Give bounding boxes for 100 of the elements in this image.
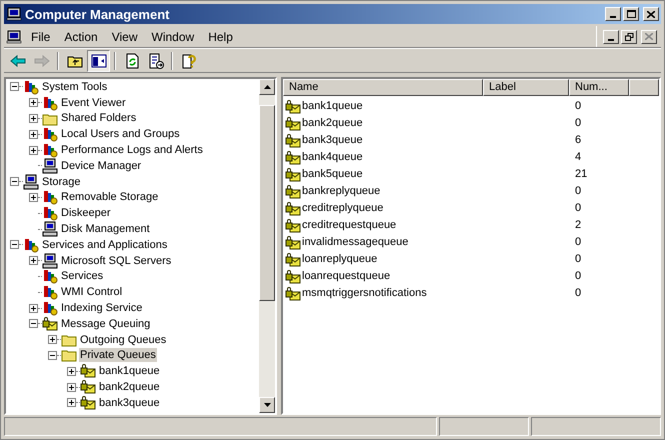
queue-icon (285, 116, 301, 132)
queue-icon (285, 252, 301, 268)
collapse-box[interactable] (10, 82, 19, 92)
menu-item[interactable]: File (24, 28, 58, 46)
table-cell-text: 4 (574, 150, 582, 166)
tree-item[interactable]: System Tools (41, 80, 108, 94)
up-arrow-icon (264, 85, 270, 89)
queue-name[interactable]: bank3queue (302, 132, 363, 149)
panel-icon[interactable] (87, 50, 110, 72)
table-cell-text: 0 (574, 184, 582, 200)
tools-icon (23, 236, 39, 253)
tree-item[interactable]: Local Users and Groups (60, 127, 181, 142)
tools-icon (42, 94, 58, 111)
close-button[interactable] (643, 7, 659, 21)
scrollbar[interactable] (259, 79, 275, 413)
menu-item[interactable]: Help (201, 28, 240, 46)
expand-box[interactable] (29, 98, 38, 108)
tools-icon (42, 126, 58, 142)
queue-name[interactable]: bankreplyqueue (302, 183, 380, 200)
scroll-thumb[interactable] (259, 105, 275, 301)
collapse-box[interactable] (10, 177, 19, 186)
restore-button[interactable] (621, 30, 637, 44)
table-cell-text: 0 (574, 116, 582, 132)
expand-box[interactable] (67, 366, 76, 376)
minimize-button[interactable] (603, 30, 619, 44)
expand-box[interactable] (48, 335, 57, 344)
collapse-box[interactable] (48, 350, 57, 360)
expand-box[interactable] (29, 256, 38, 266)
computer-icon (6, 7, 22, 21)
tree-item[interactable]: bank1queue (98, 364, 161, 378)
tree-item[interactable]: Message Queuing (60, 316, 152, 331)
tools-icon (42, 284, 58, 300)
queue-name[interactable]: creditreplyqueue (302, 200, 384, 217)
queue-name[interactable]: bank1queue (302, 98, 363, 115)
queue-name[interactable]: invalidmessagequeue (302, 234, 408, 251)
queue-icon (80, 363, 96, 380)
tree-item[interactable]: Outgoing Queues (79, 332, 168, 347)
scroll-down-button[interactable] (259, 397, 275, 413)
tree-item[interactable]: bank3queue (98, 396, 161, 410)
table-cell-text: 0 (574, 252, 582, 268)
queue-name[interactable]: bank2queue (302, 115, 363, 132)
tree-item[interactable]: Indexing Service (60, 301, 144, 316)
expand-box[interactable] (29, 114, 38, 123)
expand-box[interactable] (67, 382, 76, 392)
down-arrow-icon (264, 403, 270, 407)
minimize-button[interactable] (605, 7, 621, 21)
queue-name[interactable]: loanreplyqueue (302, 251, 378, 268)
computer-icon (6, 30, 22, 44)
queue-icon (285, 200, 301, 216)
tools-icon (42, 205, 58, 222)
menu-item[interactable]: Window (144, 28, 202, 46)
tree-item[interactable]: Microsoft SQL Servers (60, 254, 172, 268)
close-icon (645, 33, 653, 40)
table-cell-text: 0 (574, 201, 582, 216)
queue-icon (285, 286, 301, 302)
menu-item[interactable]: View (104, 28, 144, 46)
tree-item[interactable]: Device Manager (60, 158, 142, 173)
column-header[interactable]: Num... (569, 79, 629, 96)
queue-name[interactable]: loanrequestqueue (302, 268, 390, 285)
tree-item[interactable]: Storage (41, 174, 82, 189)
queue-name[interactable]: msmqtriggersnotifications (302, 285, 427, 302)
restore-icon (624, 32, 634, 40)
queue-icon (80, 394, 96, 411)
menu-item[interactable]: Action (57, 28, 105, 46)
tree-item[interactable]: Removable Storage (60, 190, 160, 204)
queue-icon (285, 150, 301, 166)
table-cell-text: 6 (574, 133, 582, 148)
tree-item[interactable]: Performance Logs and Alerts (60, 143, 204, 158)
table-cell-text: 2 (574, 218, 582, 234)
expand-box[interactable] (29, 304, 38, 313)
scroll-up-button[interactable] (259, 79, 275, 95)
expand-box[interactable] (67, 398, 76, 408)
column-header[interactable]: Label (483, 79, 569, 96)
queue-icon (285, 98, 301, 114)
queue-name[interactable]: bank4queue (302, 149, 363, 166)
queue-icon (285, 234, 301, 250)
tree-item[interactable]: Private Queues (79, 348, 157, 362)
queue-name[interactable]: creditrequestqueue (302, 217, 396, 234)
computer-icon (23, 174, 39, 190)
table-cell-text: 21 (574, 167, 588, 182)
tree-item[interactable]: Services and Applications (41, 238, 168, 252)
tree-item[interactable]: bank2queue (98, 380, 161, 394)
queue-name[interactable]: bank5queue (302, 166, 363, 183)
tools-icon (42, 142, 58, 158)
column-header[interactable]: Name (283, 79, 483, 96)
table-cell-text: 0 (574, 286, 582, 302)
tree-item[interactable]: WMI Control (60, 285, 124, 300)
close-button[interactable] (641, 30, 657, 44)
tree-item[interactable]: Services (60, 269, 104, 284)
maximize-button[interactable] (623, 7, 639, 21)
expand-box[interactable] (29, 146, 38, 155)
tree-item[interactable]: Event Viewer (60, 96, 127, 110)
table-cell-text: 0 (574, 269, 582, 284)
tree-item[interactable]: Diskeeper (60, 206, 112, 220)
tree-item[interactable]: Disk Management (60, 222, 151, 236)
collapse-box[interactable] (10, 240, 19, 250)
tree-item[interactable]: Shared Folders (60, 111, 138, 126)
collapse-box[interactable] (29, 319, 38, 328)
expand-box[interactable] (29, 130, 38, 139)
expand-box[interactable] (29, 192, 38, 202)
